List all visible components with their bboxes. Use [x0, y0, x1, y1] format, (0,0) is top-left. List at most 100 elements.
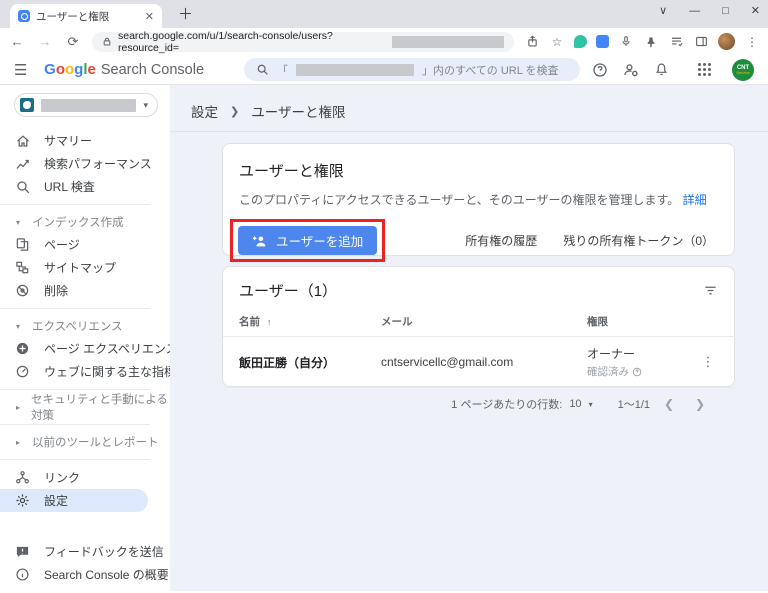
magnifier-icon: [15, 179, 31, 195]
window-menu-icon[interactable]: ∨: [659, 4, 667, 17]
lock-icon: [102, 36, 112, 47]
window-minimize-button[interactable]: —: [689, 5, 700, 17]
pinned-extension-icon[interactable]: [643, 34, 659, 50]
sidebar-item-url-inspection[interactable]: URL 検査: [0, 175, 170, 198]
blocked-eye-icon: [15, 283, 31, 299]
column-header-email[interactable]: メール: [381, 314, 587, 329]
chat-extension-icon[interactable]: [574, 35, 587, 48]
ownership-history-button[interactable]: 所有権の履歴: [465, 232, 537, 249]
breadcrumb-settings[interactable]: 設定: [191, 101, 218, 121]
notifications-bell-icon[interactable]: [654, 62, 669, 77]
sidebar-item-pages[interactable]: ページ: [0, 233, 170, 256]
search-console-favicon: [18, 10, 30, 22]
content-divider: [170, 131, 768, 132]
previous-page-icon[interactable]: ❮: [657, 397, 681, 411]
ownership-tokens-button[interactable]: 残りの所有権トークン（0）: [563, 232, 714, 249]
user-settings-icon[interactable]: [623, 62, 639, 78]
add-user-button[interactable]: ユーザーを追加: [238, 226, 377, 255]
logo-letter: g: [74, 61, 83, 78]
app-logo[interactable]: Google Search Console: [44, 61, 204, 78]
new-tab-button[interactable]: ＋: [172, 3, 199, 28]
pages-icon: [15, 237, 31, 253]
tab-title: ユーザーと権限: [36, 9, 139, 24]
hamburger-menu-icon[interactable]: ☰: [14, 61, 32, 79]
sidebar-item-send-feedback[interactable]: フィードバックを送信: [0, 540, 170, 563]
sidebar-item-page-experience[interactable]: ページ エクスペリエンス: [0, 337, 170, 360]
details-link[interactable]: 詳細: [683, 193, 707, 207]
sort-ascending-icon: ↑: [267, 317, 272, 327]
section-label: エクスペリエンス: [32, 318, 123, 334]
column-header-name[interactable]: 名前 ↑: [239, 314, 381, 329]
google-apps-grid-icon[interactable]: [698, 63, 711, 76]
sidebar-divider: [0, 459, 150, 460]
pagination: 1 ページあたりの行数: 10 ▾ 1～1/1 ❮ ❯: [239, 388, 718, 412]
side-panel-icon[interactable]: [693, 34, 709, 50]
main-content: 設定 ❯ ユーザーと権限 ユーザーと権限 このプロパティにアクセスできるユーザー…: [170, 85, 768, 591]
sidebar-item-core-web-vitals[interactable]: ウェブに関する主な指標: [0, 360, 170, 383]
share-icon[interactable]: [524, 34, 540, 50]
url-bar[interactable]: search.google.com/u/1/search-console/use…: [92, 32, 514, 52]
search-icon: [256, 63, 269, 76]
sidebar-section-security[interactable]: ▸ セキュリティと手動による対策: [0, 396, 170, 418]
rows-per-page-caret-icon[interactable]: ▾: [589, 400, 593, 409]
bookmark-star-icon[interactable]: ☆: [549, 34, 565, 50]
sidebar-item-settings[interactable]: 設定: [0, 489, 148, 512]
logo-product-name: Search Console: [101, 62, 204, 78]
speedometer-icon: [15, 364, 31, 380]
property-selector[interactable]: ▾: [14, 93, 158, 117]
logo-letter: e: [88, 61, 96, 78]
sidebar-item-removals[interactable]: 削除: [0, 279, 170, 302]
microphone-icon[interactable]: [618, 34, 634, 50]
reload-button[interactable]: ⟳: [64, 34, 82, 50]
verified-label: 確認済み: [587, 364, 629, 379]
help-icon[interactable]: [592, 62, 608, 78]
url-inspect-search-input[interactable]: 「 」内のすべての URL を検査: [244, 58, 580, 81]
sidebar-item-summary[interactable]: サマリー: [0, 129, 170, 152]
help-circle-icon[interactable]: [632, 367, 642, 377]
translate-extension-icon[interactable]: [596, 35, 609, 48]
table-row[interactable]: 飯田正勝（自分） cntservicellc@gmail.com オーナー 確認…: [239, 337, 718, 387]
feedback-icon: [15, 544, 31, 560]
gear-icon: [15, 493, 31, 509]
description-text: このプロパティにアクセスできるユーザーと、そのユーザーの権限を管理します。: [239, 193, 679, 207]
sidebar-divider: [0, 308, 150, 309]
row-menu-icon[interactable]: ⋮: [698, 354, 718, 370]
sidebar-section-legacy-tools[interactable]: ▸ 以前のツールとレポート: [0, 431, 170, 453]
column-header-permission[interactable]: 権限: [587, 314, 698, 329]
sidebar-section-experience[interactable]: ▾ エクスペリエンス: [0, 315, 170, 337]
window-close-button[interactable]: ✕: [751, 4, 760, 17]
users-count-title: ユーザー（1）: [239, 280, 337, 301]
breadcrumb-current: ユーザーと権限: [251, 101, 345, 121]
browser-menu-icon[interactable]: ⋮: [744, 34, 760, 50]
section-label: インデックス作成: [32, 214, 124, 230]
page-experience-icon: [15, 341, 31, 357]
next-page-icon[interactable]: ❯: [688, 397, 712, 411]
card-description: このプロパティにアクセスできるユーザーと、そのユーザーの権限を管理します。 詳細: [239, 191, 718, 208]
sidebar-item-about-search-console[interactable]: Search Console の概要: [0, 563, 170, 586]
sidebar-divider: [0, 389, 150, 390]
back-button[interactable]: ←: [8, 34, 26, 49]
rows-per-page-value[interactable]: 10: [569, 398, 581, 410]
users-table-card: ユーザー（1） 名前 ↑ メール 権限 飯田正勝（自分） cntservicel…: [222, 266, 735, 387]
account-avatar[interactable]: CNT Service: [732, 59, 754, 81]
browser-profile-avatar[interactable]: [718, 33, 735, 50]
forward-button[interactable]: →: [36, 34, 54, 49]
sidebar-section-indexing[interactable]: ▾ インデックス作成: [0, 211, 170, 233]
logo-letter: G: [44, 61, 56, 78]
sidebar-divider: [0, 204, 150, 205]
tab-close-icon[interactable]: ✕: [145, 10, 154, 23]
breadcrumb: 設定 ❯ ユーザーと権限: [170, 85, 768, 131]
info-icon: [15, 567, 31, 583]
reading-list-icon[interactable]: [668, 34, 684, 50]
property-name-redacted: [41, 99, 136, 112]
sidebar-item-search-performance[interactable]: 検索パフォーマンス: [0, 152, 170, 175]
add-user-label: ユーザーを追加: [276, 231, 363, 250]
window-maximize-button[interactable]: □: [722, 5, 729, 17]
sidebar-item-links[interactable]: リンク: [0, 466, 170, 489]
browser-tab[interactable]: ユーザーと権限 ✕: [10, 4, 162, 28]
url-redacted-segment: [392, 36, 504, 48]
card-title: ユーザーと権限: [239, 160, 718, 181]
filter-icon[interactable]: [703, 283, 718, 298]
url-text: search.google.com/u/1/search-console/use…: [118, 30, 386, 54]
sidebar-item-sitemaps[interactable]: サイトマップ: [0, 256, 170, 279]
